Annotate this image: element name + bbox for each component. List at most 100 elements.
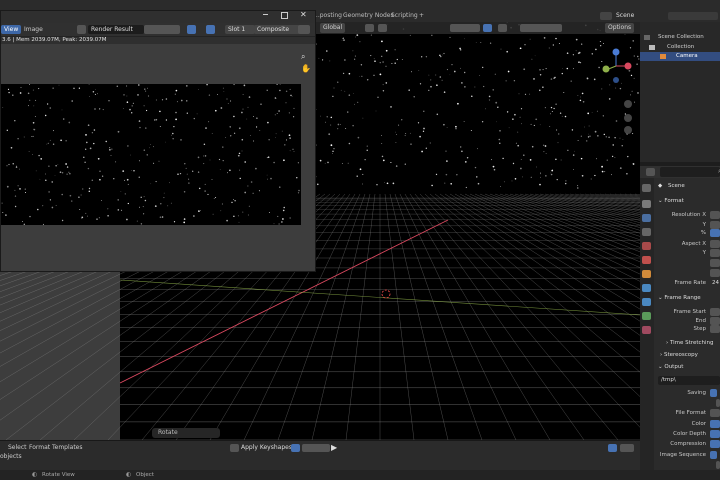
- mouse-icon: ◐: [32, 471, 38, 478]
- output-path-field[interactable]: /tmp\: [658, 376, 720, 385]
- compression-slider[interactable]: [710, 440, 720, 448]
- time-stretching-label: Time Stretching: [669, 340, 714, 346]
- pan-hand-icon: [624, 114, 632, 122]
- zoom-icon: [624, 100, 632, 108]
- file-extensions-checkbox[interactable]: [710, 389, 717, 397]
- close-icon[interactable]: ✕: [300, 10, 307, 19]
- options-dropdown[interactable]: Options: [605, 23, 635, 33]
- action-buttons[interactable]: [302, 444, 330, 452]
- resolution-percent-field[interactable]: [710, 229, 720, 237]
- outliner-label: Camera: [676, 53, 698, 59]
- output-panel-toggle[interactable]: ⌄ Output: [658, 364, 683, 370]
- render-tab-icon[interactable]: [642, 200, 651, 208]
- filter-icon[interactable]: [483, 24, 492, 32]
- time-stretching-panel-toggle[interactable]: › Time Stretching: [666, 340, 714, 346]
- stereoscopy-panel-toggle[interactable]: › Stereoscopy: [660, 352, 698, 358]
- render-region-checkbox[interactable]: [710, 259, 720, 267]
- render-window-titlebar[interactable]: ✕: [1, 10, 315, 23]
- fake-user-icon[interactable]: [291, 444, 300, 452]
- outliner-row[interactable]: Collection: [640, 43, 720, 52]
- status-rotate-view: Rotate View: [42, 472, 75, 478]
- scene-tab-icon[interactable]: [642, 242, 651, 250]
- action-name[interactable]: Apply Keyshapes: [241, 444, 292, 451]
- action-browse-icon[interactable]: [230, 444, 239, 452]
- frame-end-field[interactable]: [710, 317, 720, 325]
- render-window[interactable]: ✕ View Image Render Result Slot 1 Compos…: [0, 10, 316, 272]
- render-layer-dropdown[interactable]: Composite: [254, 25, 300, 34]
- orientation-dropdown[interactable]: Global: [320, 23, 346, 33]
- collection-icon: [649, 45, 655, 50]
- crop-checkbox[interactable]: [710, 269, 720, 277]
- viewport-shading-buttons[interactable]: [450, 24, 480, 32]
- image-name-field[interactable]: Render Result: [88, 25, 144, 34]
- file-format-label: File Format: [675, 410, 706, 416]
- outliner-row[interactable]: Camera: [640, 52, 720, 61]
- pan-hand-icon[interactable]: ✋: [301, 64, 311, 73]
- texture-tab-icon[interactable]: [642, 326, 651, 334]
- format-panel-toggle[interactable]: ⌄ Format: [658, 198, 684, 204]
- frame-range-panel-toggle[interactable]: ⌄ Frame Range: [658, 295, 701, 301]
- frame-rate-dropdown[interactable]: 24: [712, 280, 719, 286]
- image-browse-icon[interactable]: [77, 25, 86, 34]
- file-format-dropdown[interactable]: [710, 409, 720, 417]
- aspect-y-label: Y: [702, 250, 706, 256]
- pin-icon[interactable]: [187, 25, 196, 34]
- properties-context: Scene: [668, 183, 685, 189]
- timeline-filter-icon[interactable]: [608, 444, 617, 452]
- output-tab-icon[interactable]: [642, 214, 651, 222]
- output-section-label: Output: [664, 364, 684, 370]
- properties-search-input[interactable]: ⌕: [660, 167, 720, 177]
- minimize-icon[interactable]: [263, 14, 268, 15]
- push-down-icon[interactable]: ▶: [331, 443, 337, 452]
- overlays-icon[interactable]: [498, 24, 507, 32]
- collection-icon: [644, 35, 650, 40]
- frame-step-label: Step: [693, 326, 706, 332]
- overwrite-checkbox[interactable]: [710, 451, 717, 459]
- scene-name[interactable]: Scene: [616, 12, 634, 19]
- tool-tab-icon[interactable]: [642, 184, 651, 192]
- scene-icon[interactable]: [600, 12, 612, 20]
- menu-templates[interactable]: Templates: [52, 444, 83, 452]
- frame-step-field[interactable]: [710, 325, 720, 333]
- resolution-x-field[interactable]: [710, 211, 720, 219]
- frame-start-field[interactable]: [710, 308, 720, 316]
- render-pass-icon[interactable]: [298, 25, 310, 34]
- aspect-y-field[interactable]: [710, 249, 720, 257]
- menu-format[interactable]: Format: [29, 444, 50, 452]
- slot-dropdown[interactable]: Slot 1: [225, 25, 255, 34]
- view-layer-tab-icon[interactable]: [642, 228, 651, 236]
- physics-tab-icon[interactable]: [642, 298, 651, 306]
- zoom-icon[interactable]: ⌕: [301, 52, 305, 62]
- modifier-tab-icon[interactable]: [642, 284, 651, 292]
- menu-image[interactable]: Image: [21, 25, 46, 34]
- display-channels-icon[interactable]: [206, 25, 215, 34]
- saving-label: Saving: [687, 390, 706, 396]
- resolution-percent-label: %: [700, 230, 706, 236]
- menu-select[interactable]: Select: [8, 444, 27, 452]
- object-tab-icon[interactable]: [642, 270, 651, 278]
- resolution-y-label: Y: [702, 222, 706, 228]
- aspect-x-field[interactable]: [710, 240, 720, 248]
- world-tab-icon[interactable]: [642, 256, 651, 264]
- compression-label: Compression: [670, 441, 706, 447]
- constraints-tab-icon[interactable]: [642, 312, 651, 320]
- editor-type-icon[interactable]: [646, 168, 655, 176]
- outliner-row[interactable]: Scene Collection: [640, 33, 720, 42]
- maximize-icon[interactable]: [281, 12, 288, 19]
- pivot-icon[interactable]: [365, 24, 374, 32]
- cache-result-checkbox[interactable]: [716, 399, 720, 407]
- resolution-x-label: Resolution X: [671, 212, 706, 218]
- aspect-x-label: Aspect X: [681, 241, 706, 247]
- add-workspace-button[interactable]: +: [416, 10, 427, 22]
- shading-mode-buttons[interactable]: [520, 24, 562, 32]
- timeline-view-buttons[interactable]: [620, 444, 634, 452]
- resolution-y-field[interactable]: [710, 221, 720, 229]
- navigation-gizmo[interactable]: [598, 44, 638, 140]
- image-datablock-buttons[interactable]: [144, 25, 180, 34]
- view-layer-selector[interactable]: [668, 12, 718, 20]
- placeholders-checkbox[interactable]: [716, 461, 720, 469]
- menu-view[interactable]: View: [1, 25, 22, 34]
- color-mode-buttons[interactable]: [710, 420, 720, 428]
- color-depth-buttons[interactable]: [710, 430, 720, 438]
- snap-icon[interactable]: [378, 24, 387, 32]
